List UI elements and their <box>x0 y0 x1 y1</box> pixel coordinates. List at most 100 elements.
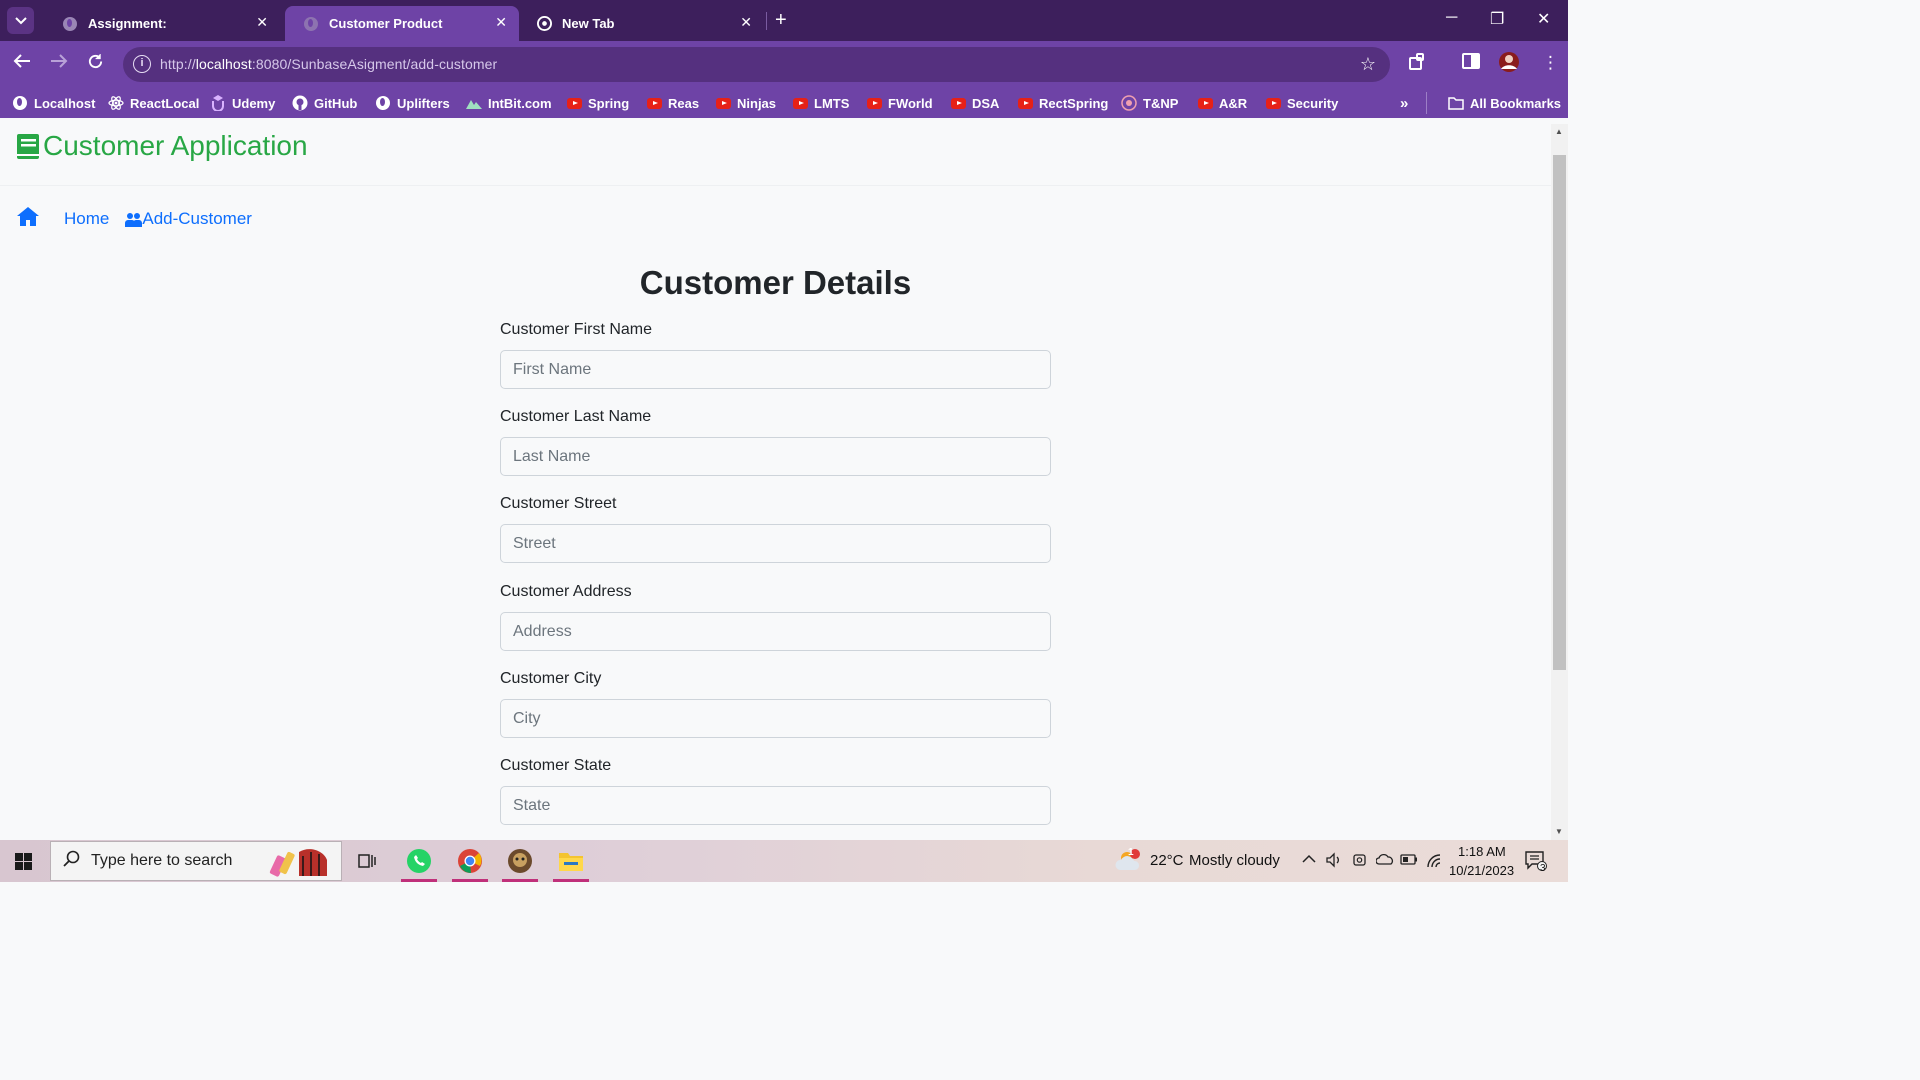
notification-count-badge: 3 <box>1540 863 1546 874</box>
weather-temperature[interactable]: 22°C <box>1150 852 1184 869</box>
bookmark-item[interactable]: ReactLocal <box>108 95 199 111</box>
page-scrollbar[interactable]: ▲ ▼ <box>1551 124 1568 840</box>
book-icon <box>17 133 39 159</box>
react-icon <box>108 95 124 111</box>
bookmark-item[interactable]: Uplifters <box>375 95 450 111</box>
youtube-icon <box>1197 95 1213 111</box>
bookmark-star-icon[interactable]: ☆ <box>1360 54 1376 75</box>
state-label: Customer State <box>500 757 612 774</box>
restore-icon[interactable]: ❐ <box>1490 9 1504 29</box>
bookmark-item[interactable]: Localhost <box>12 95 95 111</box>
youtube-icon <box>950 95 966 111</box>
clock-time[interactable]: 1:18 AM <box>1458 844 1506 859</box>
home-icon[interactable] <box>16 206 40 232</box>
show-hidden-icons-chevron-icon[interactable] <box>1302 851 1316 867</box>
udemy-icon <box>210 95 226 111</box>
youtube-icon <box>715 95 731 111</box>
game-app-icon[interactable] <box>499 840 541 882</box>
extensions-puzzle-icon[interactable] <box>1408 53 1426 76</box>
address-input[interactable] <box>500 612 1051 651</box>
scrollbar-thumb[interactable] <box>1553 155 1566 670</box>
bookmark-item[interactable]: Ninjas <box>715 95 776 111</box>
street-label: Customer Street <box>500 495 617 512</box>
scroll-up-arrow-icon[interactable]: ▲ <box>1555 127 1563 136</box>
weather-alert-badge: 1 <box>1128 847 1134 858</box>
tab-new-tab[interactable]: New Tab ✕ <box>518 6 764 41</box>
globe-icon <box>62 16 78 32</box>
more-bookmarks-chevron-icon[interactable]: » <box>1400 95 1408 112</box>
side-panel-icon[interactable] <box>1462 53 1480 74</box>
active-app-indicator <box>401 879 437 882</box>
tab-search-button[interactable] <box>7 7 34 34</box>
bookmark-item[interactable]: GitHub <box>292 95 357 111</box>
youtube-icon <box>566 95 582 111</box>
active-app-indicator <box>502 879 538 882</box>
city-label: Customer City <box>500 670 602 687</box>
state-input[interactable] <box>500 786 1051 825</box>
breadcrumb-add-label: Add-Customer <box>142 209 252 228</box>
weather-description[interactable]: Mostly cloudy <box>1189 852 1280 869</box>
chrome-icon <box>536 16 552 32</box>
bookmark-separator <box>1426 92 1427 114</box>
breadcrumb: Home Add-Customer <box>16 206 252 232</box>
clock-date[interactable]: 10/21/2023 <box>1449 863 1514 878</box>
street-input[interactable] <box>500 524 1051 563</box>
new-tab-plus-icon[interactable]: + <box>775 9 787 32</box>
bookmark-item[interactable]: LMTS <box>792 95 849 111</box>
globe-icon <box>375 95 391 111</box>
bookmark-item[interactable]: IntBit.com <box>466 95 552 111</box>
bookmark-item[interactable]: Spring <box>566 95 629 111</box>
battery-icon[interactable] <box>1400 852 1418 869</box>
windows-start-icon[interactable] <box>15 853 32 870</box>
tab-customer-product[interactable]: Customer Product ✕ <box>285 6 519 41</box>
taskbar-search-box[interactable]: Type here to search <box>50 841 342 881</box>
bookmark-item[interactable]: Security <box>1265 95 1338 111</box>
bookmark-item[interactable]: A&R <box>1197 95 1247 111</box>
tab-assignment[interactable]: Assignment: ✕ <box>44 6 280 41</box>
bookmark-item[interactable]: RectSpring <box>1017 95 1108 111</box>
globe-icon <box>12 95 28 111</box>
close-tab-icon[interactable]: ✕ <box>740 14 752 31</box>
close-tab-icon[interactable]: ✕ <box>256 14 268 31</box>
users-icon <box>125 212 143 227</box>
bookmark-item[interactable]: DSA <box>950 95 999 111</box>
city-input[interactable] <box>500 699 1051 738</box>
close-tab-icon[interactable]: ✕ <box>495 14 507 31</box>
breadcrumb-add-customer-link[interactable]: Add-Customer <box>125 209 252 229</box>
scroll-down-arrow-icon[interactable]: ▼ <box>1555 827 1563 836</box>
menu-kebab-icon[interactable]: ⋮ <box>1542 53 1559 73</box>
all-bookmarks-folder[interactable]: All Bookmarks <box>1448 95 1561 111</box>
search-icon <box>63 850 81 873</box>
first-name-input[interactable] <box>500 350 1051 389</box>
bookmark-item[interactable]: FWorld <box>866 95 933 111</box>
bookmark-item[interactable]: Udemy <box>210 95 275 111</box>
address-bar[interactable]: i http://localhost:8080/SunbaseAsigment/… <box>123 47 1390 82</box>
task-view-icon[interactable] <box>346 840 388 882</box>
url-text[interactable]: http://localhost:8080/SunbaseAsigment/ad… <box>160 56 497 72</box>
youtube-icon <box>866 95 882 111</box>
browser-tabstrip: Assignment: ✕ Customer Product ✕ New Tab… <box>0 0 1568 41</box>
tab-title: New Tab <box>562 16 615 31</box>
file-explorer-icon[interactable] <box>550 840 592 882</box>
minimize-icon[interactable]: ─ <box>1446 9 1457 27</box>
breadcrumb-home-link[interactable]: Home <box>64 209 109 229</box>
speaker-volume-icon[interactable] <box>1326 852 1342 871</box>
chrome-taskbar-icon[interactable] <box>449 840 491 882</box>
browser-toolbar: i http://localhost:8080/SunbaseAsigment/… <box>0 41 1568 88</box>
bookmark-item[interactable]: Reas <box>646 95 699 111</box>
reload-icon[interactable] <box>87 53 104 75</box>
camera-icon[interactable] <box>1352 852 1368 871</box>
bookmark-item[interactable]: T&NP <box>1121 95 1178 111</box>
onedrive-cloud-icon[interactable] <box>1375 852 1394 869</box>
tab-separator <box>766 12 767 30</box>
close-window-icon[interactable]: ✕ <box>1537 9 1550 29</box>
last-name-label: Customer Last Name <box>500 408 652 425</box>
brand-link[interactable]: Customer Application <box>16 130 308 162</box>
back-arrow-icon[interactable] <box>13 53 31 74</box>
site-info-icon[interactable]: i <box>133 55 151 73</box>
forward-arrow-icon[interactable] <box>50 53 68 74</box>
last-name-input[interactable] <box>500 437 1051 476</box>
profile-avatar[interactable] <box>1498 51 1520 78</box>
whatsapp-icon[interactable] <box>398 840 440 882</box>
wifi-icon[interactable] <box>1425 852 1443 871</box>
